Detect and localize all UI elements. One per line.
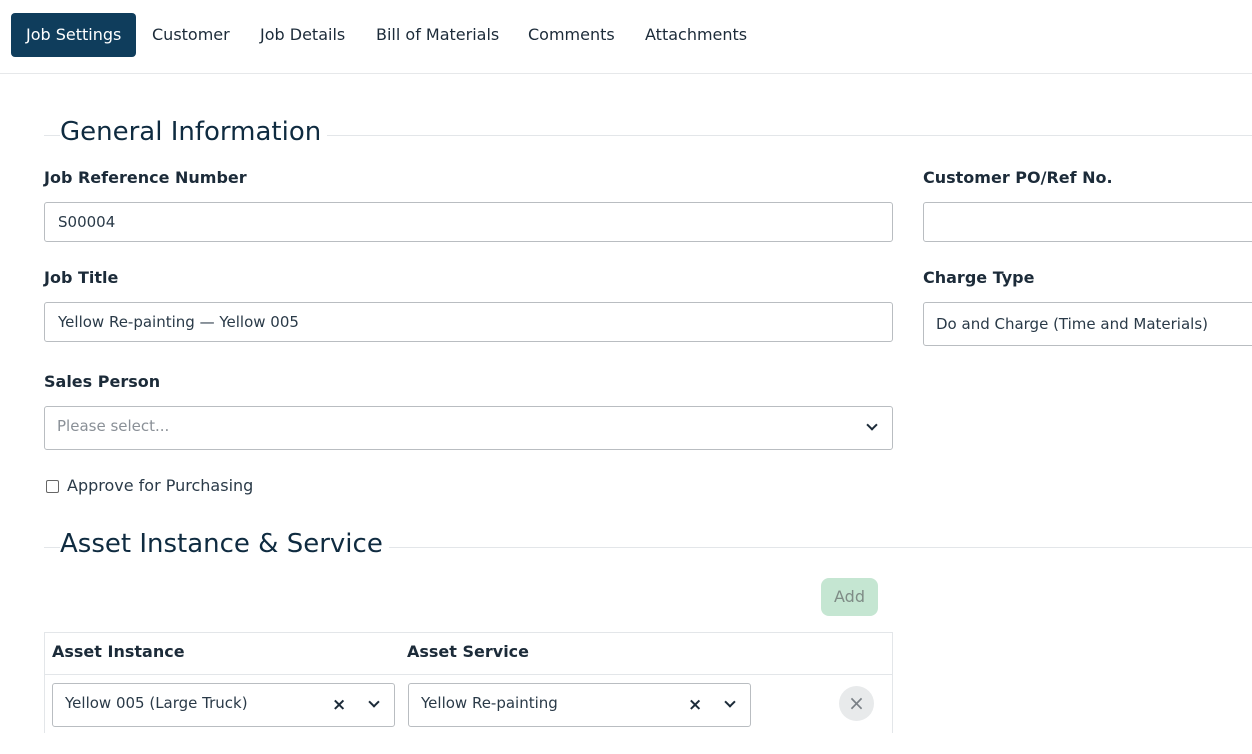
tab-job-details[interactable]: Job Details <box>260 13 345 57</box>
job-ref-label: Job Reference Number <box>44 168 247 187</box>
customer-po-input[interactable] <box>923 202 1252 242</box>
remove-row-button[interactable]: × <box>839 686 874 721</box>
add-button[interactable]: Add <box>821 578 878 616</box>
asset-service-value: Yellow Re-painting <box>421 694 558 712</box>
tab-bar: Job Settings Customer Job Details Bill o… <box>0 0 1252 74</box>
job-ref-input[interactable] <box>44 202 893 242</box>
sales-person-placeholder: Please select... <box>57 417 170 435</box>
sales-person-select[interactable]: Please select... <box>44 406 893 450</box>
customer-po-label: Customer PO/Ref No. <box>923 168 1113 187</box>
asset-table: Asset Instance Asset Service Yellow 005 … <box>44 632 893 733</box>
tab-comments[interactable]: Comments <box>528 13 615 57</box>
tab-customer[interactable]: Customer <box>152 13 230 57</box>
tab-attachments[interactable]: Attachments <box>645 13 747 57</box>
chevron-down-icon[interactable] <box>368 696 380 708</box>
clear-icon[interactable]: × <box>332 697 346 714</box>
charge-type-value: Do and Charge (Time and Materials) <box>936 315 1208 333</box>
tab-bill-of-materials[interactable]: Bill of Materials <box>376 13 499 57</box>
approve-label: Approve for Purchasing <box>67 476 254 495</box>
charge-type-label: Charge Type <box>923 268 1035 287</box>
clear-icon[interactable]: × <box>688 697 702 714</box>
section-title-general: General Information <box>60 119 328 145</box>
charge-type-select[interactable]: Do and Charge (Time and Materials) <box>923 302 1252 346</box>
chevron-down-icon <box>866 419 878 431</box>
job-title-input[interactable] <box>44 302 893 342</box>
tab-job-settings[interactable]: Job Settings <box>11 13 137 57</box>
section-title-asset: Asset Instance & Service <box>60 531 389 557</box>
asset-instance-value: Yellow 005 (Large Truck) <box>65 694 248 712</box>
job-title-label: Job Title <box>44 268 119 287</box>
sales-person-label: Sales Person <box>44 372 161 391</box>
asset-instance-select[interactable]: Yellow 005 (Large Truck) × <box>52 683 395 727</box>
approve-checkbox[interactable] <box>46 480 59 493</box>
column-header-asset-service: Asset Service <box>407 642 530 661</box>
chevron-down-icon[interactable] <box>724 696 736 708</box>
header-divider <box>45 674 892 675</box>
asset-service-select[interactable]: Yellow Re-painting × <box>408 683 751 727</box>
column-header-asset-instance: Asset Instance <box>52 642 185 661</box>
